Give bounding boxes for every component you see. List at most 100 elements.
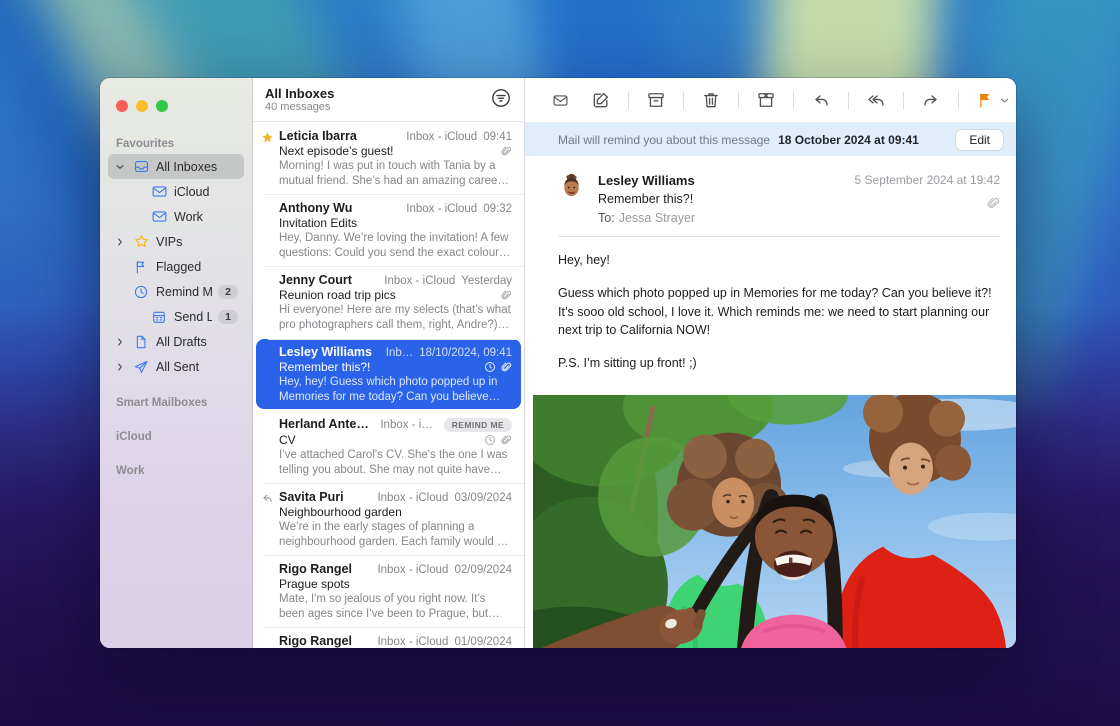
message-preview: Hey, Danny. We’re loving the invitation!… xyxy=(279,231,512,260)
desktop-background: Favourites All Inboxes iCloud WorkVIPsFlagg… xyxy=(0,0,1120,726)
sidebar-section-title: Favourites xyxy=(108,132,244,154)
message-count: 40 messages xyxy=(265,101,334,114)
message-row[interactable]: Jenny CourtInbox - iCloudYesterdayReunio… xyxy=(253,266,524,338)
message-subject: CV xyxy=(279,433,480,447)
toolbar-separator xyxy=(738,92,739,109)
delete-button[interactable] xyxy=(701,90,721,110)
toolbar-separator xyxy=(683,92,684,109)
message-subject: Next episode’s guest! xyxy=(279,144,496,158)
mailbox-label: Inbox - iCloud xyxy=(406,203,477,215)
envelope-icon xyxy=(552,92,569,109)
sidebar-item-label: All Inboxes xyxy=(156,160,238,174)
sidebar-item-remind-me[interactable]: Remind Me 2 xyxy=(108,279,244,304)
paperplane-icon xyxy=(132,359,150,375)
minimize-window-button[interactable] xyxy=(136,100,148,112)
edit-reminder-button[interactable]: Edit xyxy=(955,129,1004,151)
message-time: 09:41 xyxy=(483,131,512,143)
reminder-text: Mail will remind you about this message xyxy=(558,133,770,147)
message-preview: Hi everyone! Here are my selects (that’s… xyxy=(279,303,512,332)
message-row[interactable]: Savita PuriInbox - iCloud03/09/2024Neigh… xyxy=(253,483,524,555)
toolbar-separator xyxy=(958,92,959,109)
sidebar-item-label: Remind Me xyxy=(156,285,212,299)
to-label: To: xyxy=(598,211,615,225)
message-header: Lesley Williams Remember this?! To: Jessa… xyxy=(525,156,1016,237)
mailbox-label: Inbox - iCloud xyxy=(406,131,477,143)
sender-name: Herland Antezana xyxy=(279,417,374,431)
reminder-datetime: 18 October 2024 at 09:41 xyxy=(778,133,919,147)
message-row[interactable]: Herland AntezanaInbox - iCl…REMIND MECVI… xyxy=(253,410,524,483)
filter-messages-button[interactable] xyxy=(490,87,512,112)
message-time: 09:32 xyxy=(483,203,512,215)
body-paragraph: P.S. I’m sitting up front! ;) xyxy=(558,354,996,373)
toolbar-separator xyxy=(628,92,629,109)
message-list-header: All Inboxes 40 messages xyxy=(253,78,524,122)
mail-window: Favourites All Inboxes iCloud WorkVIPsFlagg… xyxy=(100,78,1016,648)
trash-icon xyxy=(701,90,721,110)
message-preview: Morning! I was put in touch with Tania b… xyxy=(279,159,512,188)
sidebar-spacer xyxy=(108,447,244,459)
flag-button[interactable] xyxy=(976,91,994,109)
reply-all-icon xyxy=(866,90,886,110)
message-row[interactable]: Lesley WilliamsInb…18/10/2024, 09:41Reme… xyxy=(256,339,521,409)
message-subject: Remember this?! xyxy=(598,191,842,208)
sidebar-item-vips[interactable]: VIPs xyxy=(108,229,244,254)
sidebar-item-flagged[interactable]: Flagged xyxy=(108,254,244,279)
chevron-down-icon xyxy=(999,95,1010,106)
toolbar-separator xyxy=(903,92,904,109)
sidebar-item-work[interactable]: Work xyxy=(108,204,244,229)
reply-button[interactable] xyxy=(811,90,831,110)
archive-icon xyxy=(646,90,666,110)
sidebar-item-label: iCloud xyxy=(174,185,238,199)
chevron-down-icon[interactable] xyxy=(114,162,126,172)
sidebar-item-all-sent[interactable]: All Sent xyxy=(108,354,244,379)
sidebar-item-all-inboxes[interactable]: All Inboxes xyxy=(108,154,244,179)
message-time: Yesterday xyxy=(461,275,512,287)
chevron-right-icon[interactable] xyxy=(114,237,126,247)
clock-icon xyxy=(484,434,496,446)
chevron-right-icon[interactable] xyxy=(114,362,126,372)
envelope-icon xyxy=(150,183,168,200)
compose-icon xyxy=(591,90,611,110)
calendar-icon xyxy=(150,309,168,325)
flag-menu-button[interactable] xyxy=(999,95,1010,106)
message-recipient[interactable]: Jessa Strayer xyxy=(619,211,695,225)
sidebar-item-all-drafts[interactable]: All Drafts xyxy=(108,329,244,354)
mailbox-label: Inbox - iCloud xyxy=(377,564,448,576)
compose-button[interactable] xyxy=(591,90,611,110)
mailbox-label: Inbox - iCloud xyxy=(377,492,448,504)
sidebar-item-label: Send Later xyxy=(174,310,212,324)
forward-button[interactable] xyxy=(921,90,941,110)
reading-pane: Mail will remind you about this message … xyxy=(525,78,1016,648)
close-window-button[interactable] xyxy=(116,100,128,112)
remind-me-badge: REMIND ME xyxy=(444,418,512,432)
sidebar-item-icloud[interactable]: iCloud xyxy=(108,179,244,204)
chevron-right-icon[interactable] xyxy=(114,337,126,347)
message-preview: I’ve attached Carol's CV. She's the one … xyxy=(279,448,512,477)
message-subject: Invitation Edits xyxy=(279,216,512,230)
unread-badge: 2 xyxy=(218,285,238,299)
message-row[interactable]: Leticia Ibarra Inbox - iCloud 09:41Next ep… xyxy=(253,122,524,194)
sender-name: Anthony Wu xyxy=(279,201,352,215)
archive-button[interactable] xyxy=(646,90,666,110)
message-sender: Lesley Williams xyxy=(598,172,842,189)
flag-filled-icon xyxy=(976,91,994,109)
get-mail-button[interactable] xyxy=(552,92,569,109)
unread-badge: 1 xyxy=(218,310,238,324)
junk-icon xyxy=(756,90,776,110)
photo-attachment[interactable] xyxy=(533,395,1016,648)
message-row[interactable]: Anthony Wu Inbox - iCloud 09:32Invitation … xyxy=(253,194,524,266)
message-subject: Remember this?! xyxy=(279,360,480,374)
paperclip-icon xyxy=(500,289,512,301)
message-time: 03/09/2024 xyxy=(454,492,512,504)
message-row[interactable]: Rigo RangelInbox - iCloud01/09/2024 xyxy=(253,627,524,648)
reply-all-button[interactable] xyxy=(866,90,886,110)
message-row[interactable]: Rigo RangelInbox - iCloud02/09/2024Pragu… xyxy=(253,555,524,627)
zoom-window-button[interactable] xyxy=(156,100,168,112)
sender-name: Leticia Ibarra xyxy=(279,129,357,143)
mailboxes-sidebar: Favourites All Inboxes iCloud WorkVIPsFlagg… xyxy=(100,78,253,648)
paperclip-icon xyxy=(500,145,512,157)
sidebar-item-send-later[interactable]: Send Later 1 xyxy=(108,304,244,329)
junk-button[interactable] xyxy=(756,90,776,110)
message-subject: Neighbourhood garden xyxy=(279,505,512,519)
reminder-banner: Mail will remind you about this message … xyxy=(525,123,1016,156)
